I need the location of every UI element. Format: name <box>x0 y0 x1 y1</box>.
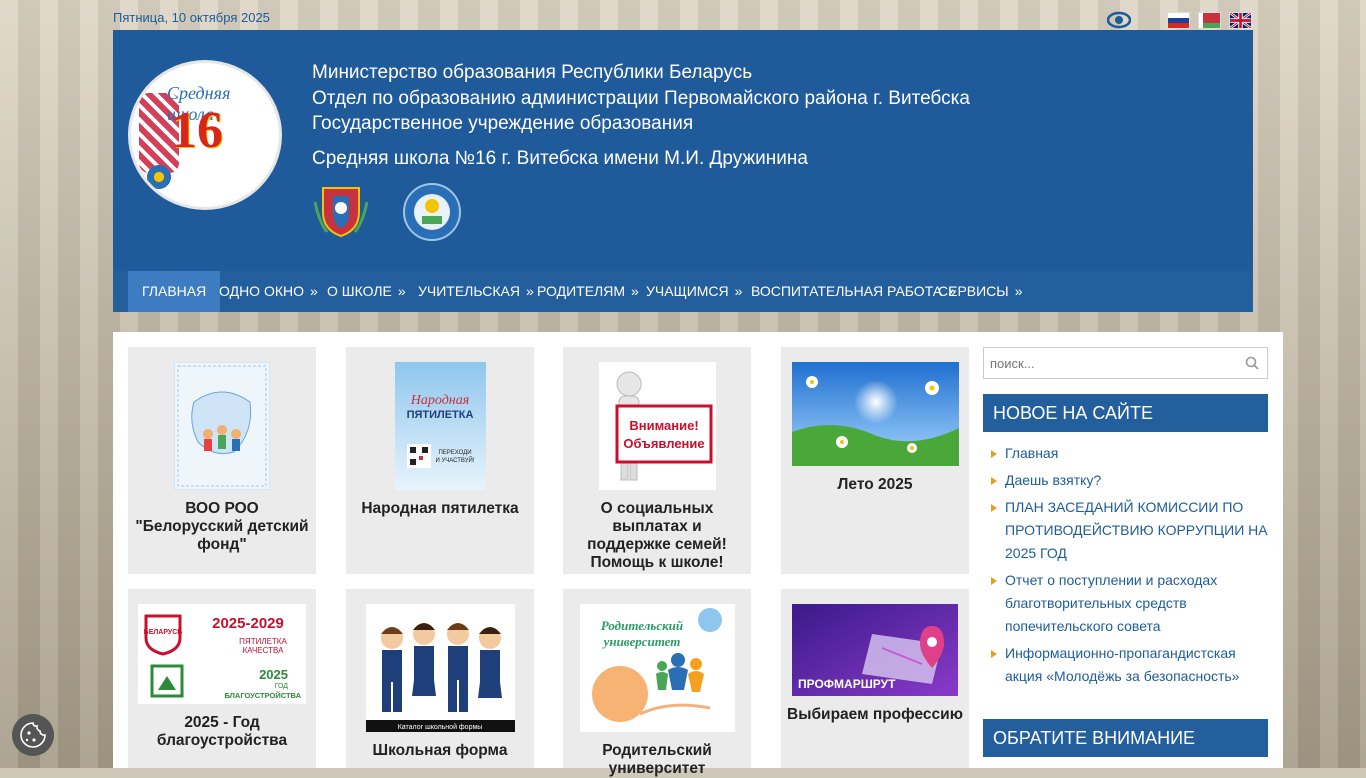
svg-text:ПЯТИЛЕТКА: ПЯТИЛЕТКА <box>239 637 287 646</box>
search-input[interactable] <box>984 348 1236 378</box>
card-social-payments[interactable]: Внимание! Объявление О социальных выплат… <box>563 347 751 574</box>
nav-label: Учительская <box>418 283 520 299</box>
summer-image <box>791 362 959 466</box>
institution-title: Государственное учреждение образования <box>312 113 694 134</box>
people-five-year-image: Народная ПЯТИЛЕТКА ПЕРЕХОДИ И УЧАСТВУЙ! <box>394 362 486 490</box>
card-title[interactable]: ВОО РОО "Белорусский детский фонд" <box>134 500 310 554</box>
nav-label: О школе <box>327 283 392 299</box>
svg-text:ПЕРЕХОДИ: ПЕРЕХОДИ <box>438 450 471 456</box>
svg-text:ГОД: ГОД <box>275 683 289 690</box>
flag-en-icon[interactable] <box>1229 12 1252 29</box>
top-bar: Пятница, 10 октября 2025 <box>113 0 1253 30</box>
search-box <box>983 347 1268 379</box>
logo-number: 16 <box>171 102 223 159</box>
nav-label: Сервисы <box>938 283 1009 299</box>
school-logo[interactable]: Средняя школа 16 <box>128 60 282 210</box>
ministry-title: Министерство образования Республики Бела… <box>312 62 753 83</box>
search-icon[interactable] <box>1245 356 1259 370</box>
list-item[interactable]: ПЛАН ЗАСЕДАНИЙ КОМИССИИ ПО ПРОТИВОДЕЙСТВ… <box>983 496 1268 565</box>
education-badge-icon <box>403 183 461 241</box>
svg-text:И УЧАСТВУЙ!: И УЧАСТВУЙ! <box>435 456 474 464</box>
nav-label: Главная <box>142 283 207 299</box>
list-item[interactable]: Информационно-пропагандистская акция «Мо… <box>983 642 1268 688</box>
school-name: Средняя школа №16 г. Витебска имени М.И.… <box>312 147 808 169</box>
parent-university-image: Родительский университет <box>579 604 735 732</box>
svg-text:ПЯТИЛЕТКА: ПЯТИЛЕТКА <box>406 409 473 421</box>
card-children-fund[interactable]: ВОО РОО "Белорусский детский фонд" <box>128 347 316 574</box>
card-year-improvement[interactable]: БЕЛАРУСЬ 2025-2029 ПЯТИЛЕТКА КАЧЕСТВА 20… <box>128 589 316 768</box>
svg-text:БЕЛАРУСЬ: БЕЛАРУСЬ <box>144 629 183 636</box>
card-title[interactable]: Родительский университет <box>569 742 745 778</box>
svg-text:Народная: Народная <box>409 393 468 408</box>
card-title[interactable]: Народная пятилетка <box>352 500 528 518</box>
announcement-image: Внимание! Объявление <box>598 362 716 490</box>
card-summer[interactable]: Лето 2025 <box>781 347 969 574</box>
svg-text:БЛАГОУСТРОЙСТВА: БЛАГОУСТРОЙСТВА <box>224 691 301 700</box>
svg-text:КАЧЕСТВА: КАЧЕСТВА <box>243 646 285 655</box>
cookie-settings-icon[interactable] <box>12 714 54 756</box>
school-uniform-image: Каталог школьной формы <box>365 604 515 732</box>
attention-title: Обратите внимание <box>983 719 1268 757</box>
svg-text:2025-2029: 2025-2029 <box>212 615 284 632</box>
main-navigation: Главная Одно окно» О школе» Учительская»… <box>113 271 1253 312</box>
card-profession[interactable]: ПРОФМАРШРУТ Выбираем профессию <box>781 589 969 768</box>
list-item[interactable]: Отчет о поступлении и расходах благотвор… <box>983 569 1268 638</box>
nav-label: Учащимся <box>646 283 729 299</box>
svg-text:ПРОФМАРШРУТ: ПРОФМАРШРУТ <box>798 677 896 691</box>
chevron-right-icon: » <box>1014 283 1023 299</box>
coat-of-arms-icon <box>313 187 369 238</box>
current-date: Пятница, 10 октября 2025 <box>113 10 270 25</box>
svg-text:2025: 2025 <box>259 667 288 682</box>
department-title: Отдел по образованию администрации Перво… <box>312 87 970 109</box>
card-people-five-year[interactable]: Народная ПЯТИЛЕТКА ПЕРЕХОДИ И УЧАСТВУЙ! … <box>346 347 534 574</box>
card-title[interactable]: 2025 - Год благоустройства <box>134 714 310 750</box>
eye-icon[interactable] <box>1107 11 1131 29</box>
year-improvement-image: БЕЛАРУСЬ 2025-2029 ПЯТИЛЕТКА КАЧЕСТВА 20… <box>138 604 306 704</box>
children-fund-image <box>174 362 270 490</box>
nav-label: Одно окно <box>219 283 304 299</box>
nav-label: Родителям <box>537 283 626 299</box>
svg-text:университет: университет <box>601 634 680 649</box>
list-item[interactable]: Главная <box>983 442 1268 465</box>
card-parent-university[interactable]: Родительский университет Родительский ун… <box>563 589 751 777</box>
flag-by-icon[interactable] <box>1198 12 1221 29</box>
header-titles: Министерство образования Республики Бела… <box>312 60 970 171</box>
flower-icon <box>145 163 173 191</box>
card-title[interactable]: Школьная форма <box>352 742 528 760</box>
svg-text:Внимание!: Внимание! <box>629 418 698 433</box>
card-title[interactable]: О социальных выплатах и поддержке семей!… <box>569 500 745 572</box>
card-school-uniform[interactable]: Каталог школьной формы Школьная форма <box>346 589 534 768</box>
svg-text:Родительский: Родительский <box>600 618 682 633</box>
card-title[interactable]: Выбираем профессию <box>787 706 963 724</box>
nav-label: Воспитательная работа <box>751 283 943 299</box>
list-item[interactable]: Даешь взятку? <box>983 469 1268 492</box>
nav-item-services[interactable]: Сервисы » <box>924 271 1037 312</box>
news-list: Главная Даешь взятку? ПЛАН ЗАСЕДАНИЙ КОМ… <box>983 442 1268 692</box>
new-on-site-title: Новое на сайте <box>983 394 1268 432</box>
svg-text:Каталог школьной формы: Каталог школьной формы <box>397 723 482 731</box>
flag-ru-icon[interactable] <box>1167 12 1190 29</box>
profession-image: ПРОФМАРШРУТ <box>792 604 958 696</box>
site-header: Средняя школа 16 Министерство образовани… <box>113 30 1253 271</box>
card-title[interactable]: Лето 2025 <box>787 476 963 494</box>
svg-text:Объявление: Объявление <box>623 436 704 451</box>
